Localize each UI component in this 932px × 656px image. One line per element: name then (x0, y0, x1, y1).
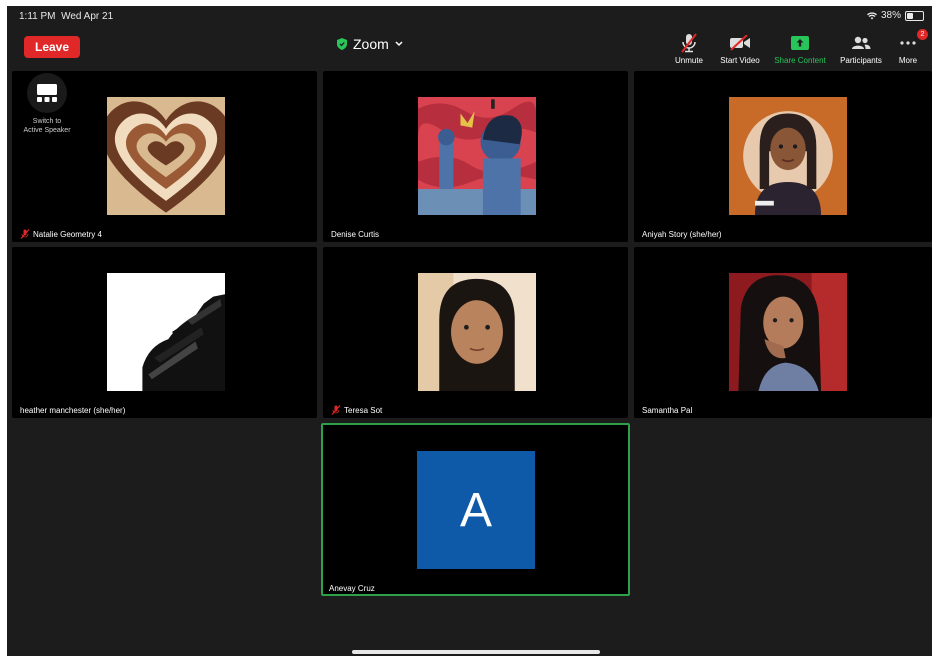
battery-percent: 38% (880, 10, 901, 21)
share-content-button[interactable]: Share Content (770, 32, 830, 65)
participant-tile[interactable]: Denise Curtis (323, 71, 628, 242)
more-label: More (898, 56, 918, 65)
more-icon (900, 41, 916, 45)
photo-portrait-image (418, 273, 536, 391)
participant-tile[interactable]: Teresa Sot (323, 247, 628, 418)
chevron-down-icon (395, 41, 403, 47)
active-speaker-layout-icon (37, 84, 57, 102)
participant-name: Denise Curtis (331, 230, 380, 239)
illustration-portrait-image (729, 97, 847, 215)
switch-line2: Active Speaker (23, 127, 71, 134)
letter-avatar: A (417, 451, 535, 569)
participant-name: Anevay Cruz (329, 584, 375, 593)
abstract-bw-image (107, 273, 225, 391)
shield-icon (337, 38, 347, 50)
battery-icon (905, 10, 924, 21)
participants-button[interactable]: Participants (834, 32, 888, 65)
unmute-label: Unmute (674, 56, 703, 65)
wifi-icon (866, 11, 877, 19)
home-indicator[interactable] (352, 650, 600, 654)
heart-pattern-image (107, 97, 225, 215)
status-bar: 1:11 PM Wed Apr 21 38% (7, 6, 932, 28)
participant-tile[interactable]: Samantha Pal (634, 247, 932, 418)
status-time: 1:11 PM Wed Apr 21 (19, 11, 114, 22)
switch-to-active-speaker-button[interactable]: Switch to Active Speaker (12, 73, 82, 135)
mic-muted-icon (331, 405, 341, 415)
start-video-button[interactable]: Start Video (714, 32, 766, 65)
participant-tile-active-speaker[interactable]: A Anevay Cruz (321, 423, 630, 596)
meeting-title-menu[interactable]: Zoom (337, 36, 403, 52)
photo-portrait-image (729, 273, 847, 391)
start-video-label: Start Video (720, 56, 760, 65)
unmute-button[interactable]: Unmute (668, 32, 710, 65)
participant-tile[interactable]: Switch to Active Speaker Natalie Geometry… (12, 71, 317, 242)
meeting-title: Zoom (353, 36, 389, 52)
mural-image (418, 97, 536, 215)
participants-icon (852, 36, 871, 49)
share-content-icon (791, 36, 809, 50)
more-button[interactable]: 2 More (892, 29, 928, 65)
participant-name: Samantha Pal (642, 406, 693, 415)
participant-tile[interactable]: heather manchester (she/her) (12, 247, 317, 418)
zoom-meeting-screen: 1:11 PM Wed Apr 21 38% Leave Zoom Unmute… (7, 6, 932, 656)
participants-label: Participants (840, 56, 882, 65)
video-off-icon (730, 35, 750, 51)
status-right: 38% (866, 10, 924, 21)
mic-muted-icon (681, 33, 697, 53)
mic-muted-icon (20, 229, 30, 239)
participant-name: Teresa Sot (331, 405, 382, 415)
leave-button[interactable]: Leave (24, 36, 80, 58)
meeting-toolbar: Unmute Start Video Share Content Partici… (664, 29, 928, 65)
participant-tile[interactable]: Aniyah Story (she/her) (634, 71, 932, 242)
participant-name: heather manchester (she/her) (20, 406, 126, 415)
participant-name: Aniyah Story (she/her) (642, 230, 722, 239)
share-content-label: Share Content (774, 56, 826, 65)
switch-line1: Switch to (32, 118, 62, 125)
participant-name: Natalie Geometry 4 (20, 229, 102, 239)
notification-badge: 2 (917, 29, 928, 40)
